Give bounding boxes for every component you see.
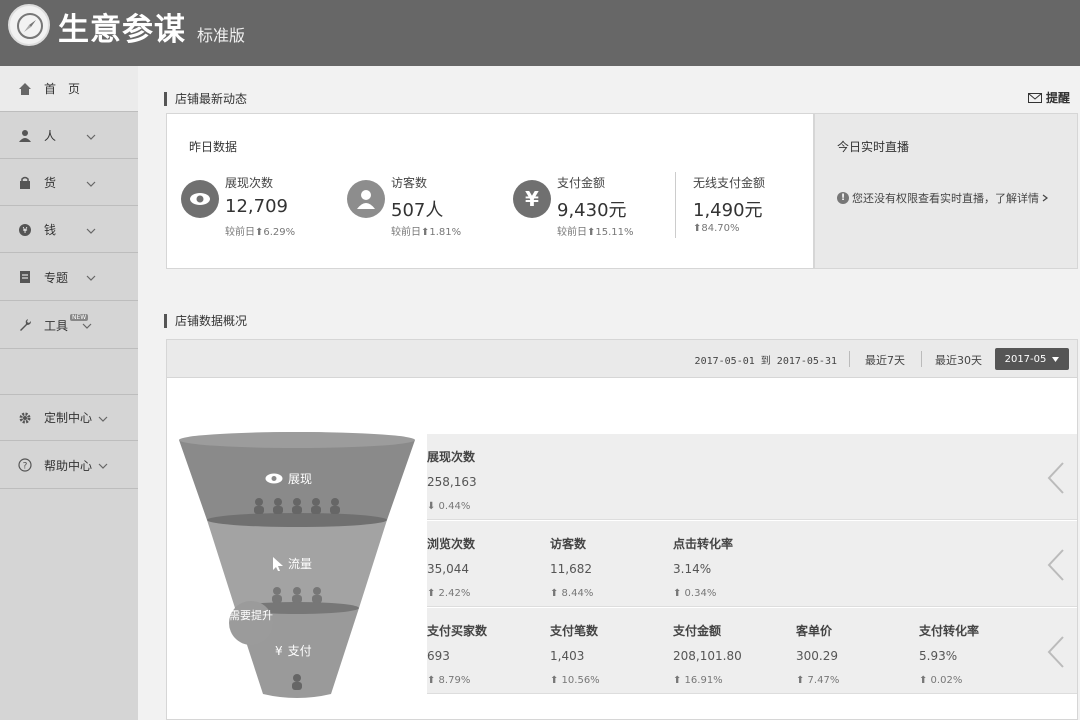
sidebar-item-label: 货 — [44, 176, 57, 190]
bag-icon — [20, 176, 30, 189]
sidebar-item-topics[interactable]: 专题 — [0, 254, 138, 301]
chevron-left-icon[interactable] — [1047, 549, 1065, 581]
live-permission-link[interactable]: ! 您还没有权限查看实时直播，了解详情 — [837, 190, 1048, 206]
data-cell: 支付转化率 5.93% ⬆ 0.02% — [919, 624, 980, 686]
eye-icon — [265, 473, 283, 484]
info-icon: ! — [837, 192, 849, 204]
stage-label-impression: 展现 — [265, 470, 312, 487]
metric-compare: ⬆84.70% — [693, 223, 740, 234]
sidebar-item-tools[interactable]: 工具 NEW — [0, 302, 138, 349]
live-title: 今日实时直播 — [837, 140, 910, 154]
top-header: 生意参谋 标准版 — [0, 0, 1080, 66]
home-icon — [19, 82, 31, 95]
data-cell: 支付买家数 693 ⬆ 8.79% — [427, 624, 488, 686]
remind-label: 提醒 — [1045, 91, 1070, 105]
sidebar-item-custom-center[interactable]: 定制中心 — [0, 394, 138, 441]
chevron-left-icon[interactable] — [1047, 636, 1065, 668]
chevron-down-icon — [86, 223, 96, 237]
sidebar-item-help-center[interactable]: ? 帮助中心 — [0, 442, 138, 489]
funnel-row-traffic: 浏览次数 35,044 ⬆ 2.42% 访客数 11,682 ⬆ 8.44% 点… — [427, 521, 1077, 607]
stage-label-traffic: 流量 — [273, 555, 312, 572]
sidebar-item-money[interactable]: ¥ 钱 — [0, 207, 138, 253]
month-select[interactable]: 2017-05 — [995, 348, 1069, 370]
sidebar-item-home[interactable]: 首 页 — [0, 66, 138, 112]
eye-icon — [181, 180, 219, 218]
sidebar-item-label: 工具 — [44, 318, 69, 333]
gear-icon — [19, 412, 31, 423]
user-icon — [19, 129, 31, 142]
divider — [675, 172, 676, 238]
svg-text:?: ? — [23, 462, 28, 472]
data-cell: 支付笔数 1,403 ⬆ 10.56% — [550, 624, 600, 686]
sidebar-item-label: 专题 — [44, 270, 69, 285]
need-improve-badge[interactable]: 需要提升 — [229, 601, 273, 645]
chevron-down-icon — [86, 270, 96, 284]
person-icon — [347, 180, 385, 218]
app-edition: 标准版 — [197, 26, 246, 45]
sidebar: 首 页 人 货 ¥ 钱 专题 工具 NEW 定制中心 ? 帮助中心 — [0, 66, 138, 720]
data-cell: 客单价 300.29 ⬆ 7.47% — [796, 624, 840, 686]
live-broadcast-card: 今日实时直播 ! 您还没有权限查看实时直播，了解详情 — [814, 113, 1078, 269]
month-value: 2017-05 — [1004, 353, 1047, 365]
sidebar-item-people[interactable]: 人 — [0, 113, 138, 159]
sidebar-item-goods[interactable]: 货 — [0, 160, 138, 206]
app-title: 生意参谋 — [58, 12, 186, 48]
date-range: 2017-05-01 到 2017-05-31 — [694, 356, 837, 367]
new-badge: NEW — [70, 314, 89, 321]
sidebar-item-label: 首 页 — [44, 82, 81, 96]
data-cell: 访客数 11,682 ⬆ 8.44% — [550, 537, 594, 599]
mail-icon — [1027, 92, 1042, 103]
metric-compare: 较前日⬆15.11% — [557, 227, 634, 238]
metric-label: 展现次数 — [225, 176, 274, 190]
overview-toolbar: 2017-05-01 到 2017-05-31 最近7天 最近30天 2017-… — [167, 340, 1077, 378]
stage-label-payment: ¥ 支付 — [275, 643, 312, 659]
question-icon: ? — [18, 458, 32, 472]
yesterday-data-card: 昨日数据 展现次数 12,709 较前日⬆6.29% 访客数 507人 较前日⬆… — [166, 113, 814, 269]
overview-panel: 2017-05-01 到 2017-05-31 最近7天 最近30天 2017-… — [166, 339, 1078, 720]
data-cell: 展现次数 258,163 ⬇ 0.44% — [427, 450, 477, 512]
metric-label: 访客数 — [391, 176, 428, 190]
section-title-overview: 店铺数据概况 — [164, 314, 247, 328]
metric-value: 12,709 — [225, 196, 288, 217]
yen-icon: ¥ — [513, 180, 551, 218]
funnel-row-impression: 展现次数 258,163 ⬇ 0.44% — [427, 434, 1077, 520]
metric-value: 1,490元 — [693, 200, 763, 221]
chevron-down-icon — [98, 411, 108, 425]
metric-value: 9,430元 — [557, 200, 627, 221]
chevron-right-icon — [1042, 194, 1048, 202]
chevron-left-icon[interactable] — [1047, 462, 1065, 494]
live-note-text: 您还没有权限查看实时直播，了解详情 — [852, 192, 1039, 205]
chevron-down-icon — [86, 176, 96, 190]
yesterday-label: 昨日数据 — [189, 140, 238, 154]
yen-icon: ¥ — [275, 643, 283, 658]
section-title-latest: 店铺最新动态 — [164, 92, 247, 106]
compass-logo-icon[interactable] — [8, 4, 50, 46]
metric-value: 507人 — [391, 200, 444, 221]
data-cell: 点击转化率 3.14% ⬆ 0.34% — [673, 537, 734, 599]
svg-text:¥: ¥ — [22, 226, 27, 235]
divider — [921, 351, 922, 367]
remind-link[interactable]: 提醒 — [1027, 89, 1070, 106]
wrench-icon — [20, 319, 31, 331]
funnel-row-payment: 支付买家数 693 ⬆ 8.79% 支付笔数 1,403 ⬆ 10.56% 支付… — [427, 608, 1077, 694]
metric-compare: 较前日⬆1.81% — [391, 227, 462, 238]
chevron-down-icon — [98, 458, 108, 472]
caret-down-icon — [1052, 356, 1060, 362]
cursor-icon — [273, 556, 283, 571]
coin-icon: ¥ — [19, 223, 31, 236]
document-icon — [20, 271, 30, 283]
last-7-days-button[interactable]: 最近7天 — [865, 352, 905, 368]
last-30-days-button[interactable]: 最近30天 — [935, 352, 982, 368]
metric-label: 无线支付金额 — [693, 176, 766, 190]
sidebar-item-label: 钱 — [44, 223, 57, 237]
sidebar-item-label: 定制中心 — [44, 411, 93, 425]
sidebar-item-label: 人 — [44, 129, 57, 143]
chevron-down-icon — [86, 129, 96, 143]
metric-compare: 较前日⬆6.29% — [225, 227, 296, 238]
data-cell: 支付金额 208,101.80 ⬆ 16.91% — [673, 624, 742, 686]
sidebar-item-label: 帮助中心 — [44, 458, 93, 473]
metric-label: 支付金额 — [557, 176, 606, 190]
data-cell: 浏览次数 35,044 ⬆ 2.42% — [427, 537, 476, 599]
divider — [849, 351, 850, 367]
